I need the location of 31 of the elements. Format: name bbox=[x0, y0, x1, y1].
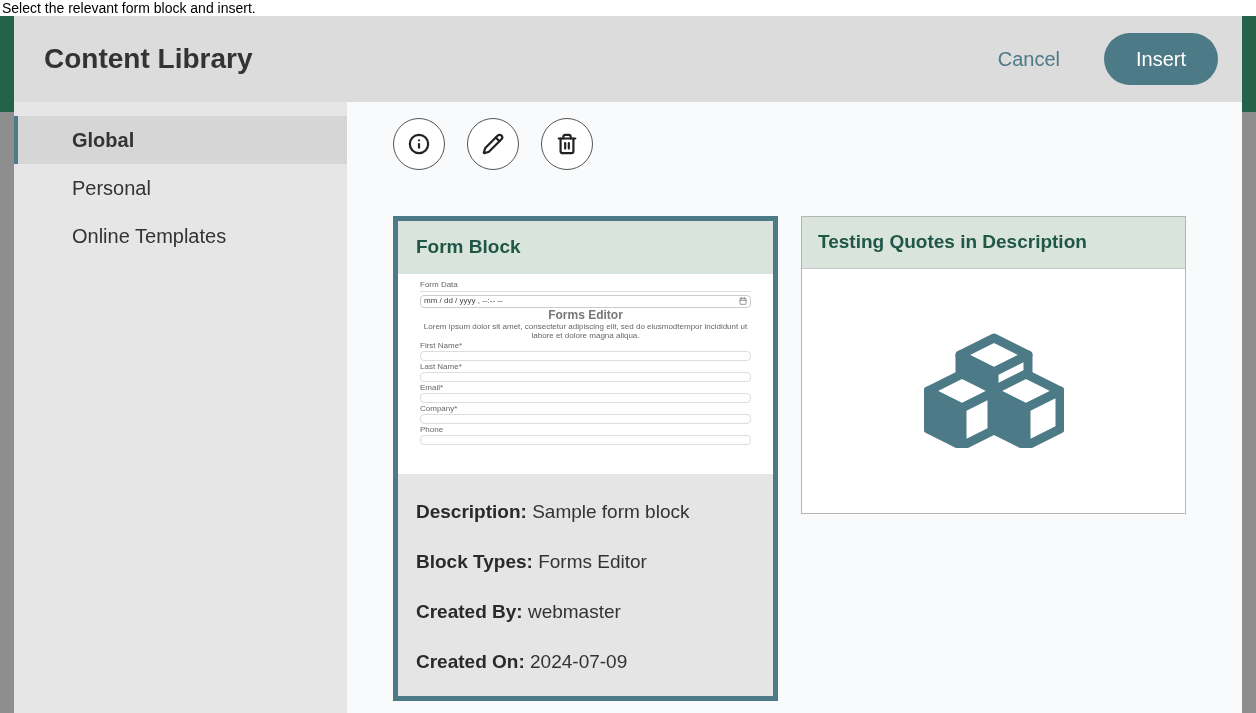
sidebar-item[interactable]: Online Templates bbox=[14, 212, 347, 260]
date-placeholder: mm / dd / yyyy , --:-- -- bbox=[424, 297, 503, 305]
dialog-title: Content Library bbox=[44, 42, 254, 76]
card-title: Form Block bbox=[398, 221, 773, 274]
pencil-icon bbox=[482, 133, 504, 155]
form-intro: Lorem ipsum dolor sit amet, consectetur adipiscing elit, sed do eiusmodtempor incididunt ut labore et dolore magna aliqua. bbox=[422, 321, 749, 340]
detail-line: Created By: webmaster bbox=[416, 599, 622, 624]
info-button[interactable] bbox=[393, 118, 445, 170]
instruction-text: Select the relevant form block and insert. bbox=[1, 0, 257, 16]
detail-line: Description: Sample form block bbox=[416, 499, 691, 524]
form-field-label: Company* bbox=[420, 403, 459, 413]
detail-line: Created On: 2024-07-09 bbox=[416, 649, 629, 674]
form-field-label: First Name* bbox=[420, 340, 464, 350]
cubes-icon bbox=[923, 333, 1064, 448]
info-icon bbox=[408, 133, 430, 155]
form-heading: Forms Editor bbox=[547, 307, 624, 322]
insert-button[interactable]: Insert bbox=[1103, 33, 1218, 85]
trash-icon bbox=[556, 133, 578, 155]
form-field-label: Email* bbox=[420, 382, 445, 392]
edit-button[interactable] bbox=[467, 118, 519, 170]
card-title: Testing Quotes in Description bbox=[802, 217, 1185, 269]
delete-button[interactable] bbox=[541, 118, 593, 170]
form-field-label: Last Name* bbox=[420, 361, 463, 371]
form-section-label: Form Data bbox=[420, 279, 751, 292]
sidebar-item[interactable]: Personal bbox=[14, 164, 347, 212]
calendar-icon bbox=[739, 297, 747, 305]
block-card[interactable]: Testing Quotes in Description bbox=[801, 216, 1186, 514]
sidebar-item[interactable]: Global bbox=[14, 116, 347, 164]
form-field-label: Phone bbox=[420, 424, 445, 434]
block-card[interactable] bbox=[393, 216, 778, 701]
detail-line: Block Types: Forms Editor bbox=[416, 549, 648, 574]
